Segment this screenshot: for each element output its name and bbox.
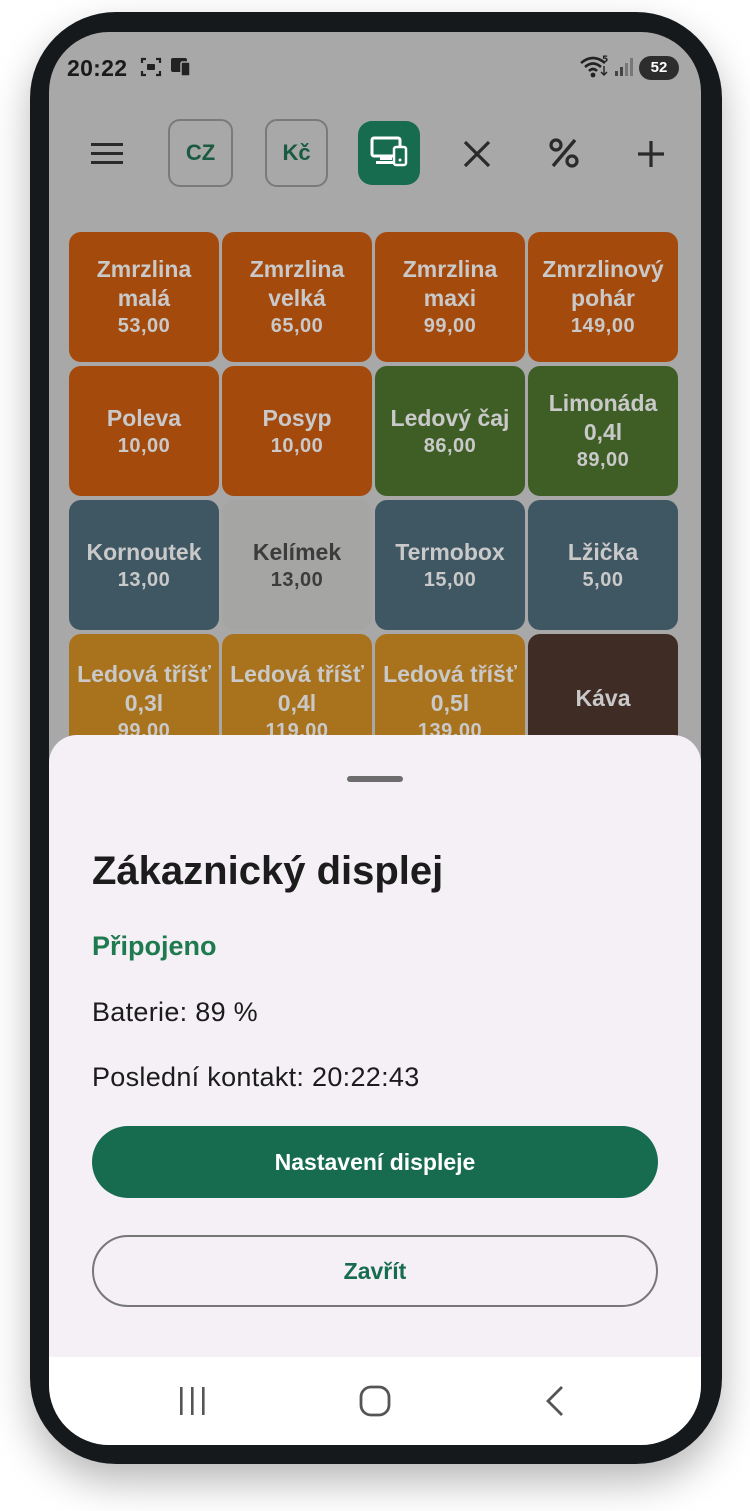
product-price: 89,00 [576,449,630,471]
plus-icon[interactable] [631,134,671,174]
product-price: 10,00 [270,434,324,457]
product-price: 86,00 [423,434,477,457]
toolbar: CZ Kč [49,104,701,214]
product-tile[interactable]: Zmrzlina velká 65,00 [222,232,372,362]
sheet-title: Zákaznický displej [92,849,444,893]
display-settings-button[interactable]: Nastavení displeje [92,1126,658,1198]
product-price: 13,00 [270,568,324,591]
home-icon[interactable] [357,1383,393,1424]
product-price: 15,00 [423,568,477,591]
product-name: Lžička [567,538,639,565]
customer-display-button[interactable] [358,121,420,185]
status-time: 20:22 [67,55,128,81]
menu-icon[interactable] [85,132,129,176]
product-name: Zmrzlina maxi [402,256,498,311]
screen: 20:22 5 52 CZ Kč Zmrzlina malá 53,00 Zmr… [49,32,701,1445]
battery-indicator: 52 [639,56,679,80]
product-price: 13,00 [117,568,171,591]
wifi-icon: 5 [579,54,611,85]
last-contact-info: Poslední kontakt: 20:22:43 [92,1062,420,1092]
product-tile[interactable]: Zmrzlina malá 53,00 [69,232,219,362]
product-tile[interactable]: Kornoutek 13,00 [69,500,219,630]
close-sheet-button[interactable]: Zavřít [92,1235,658,1307]
product-name: Kelímek [252,538,342,565]
language-button[interactable]: CZ [168,119,233,187]
product-price: 149,00 [570,315,636,337]
recent-apps-icon[interactable] [177,1383,209,1424]
product-name: Zmrzlina malá [96,256,192,311]
product-tile[interactable]: Ledový čaj 86,00 [375,366,525,496]
product-tile[interactable]: Lžička 5,00 [528,500,678,630]
signal-icon [613,56,635,83]
product-tile[interactable]: Zmrzlinový pohár 149,00 [528,232,678,362]
product-tile[interactable]: Zmrzlina maxi 99,00 [375,232,525,362]
product-name: Ledová tříšť 0,4l [230,661,364,716]
product-tile[interactable]: Poleva 10,00 [69,366,219,496]
product-name: Zmrzlinový pohár [542,256,664,311]
battery-info: Baterie: 89 % [92,997,258,1027]
back-icon[interactable] [543,1383,567,1424]
sheet-drag-handle[interactable] [347,776,403,782]
product-name: Káva [575,685,631,711]
product-name: Termobox [395,538,505,565]
product-name: Poleva [106,404,182,431]
connection-status: Připojeno [92,931,217,961]
product-price: 99,00 [423,315,477,337]
product-name: Limonáda 0,4l [548,390,658,445]
product-tile[interactable]: Termobox 15,00 [375,500,525,630]
close-icon[interactable] [457,134,497,174]
product-name: Posyp [262,404,332,431]
wifi-badge: 5 [602,55,608,65]
customer-display-sheet: Zákaznický displej Připojeno Baterie: 89… [49,735,701,1357]
product-tile[interactable]: Posyp 10,00 [222,366,372,496]
customer-display-icon [370,135,408,172]
product-name: Zmrzlina velká [249,256,345,311]
system-nav-bar [49,1357,701,1445]
screenshot-icon [140,56,162,83]
product-price: 5,00 [582,568,624,591]
product-tile[interactable]: Limonáda 0,4l 89,00 [528,366,678,496]
product-price: 53,00 [117,315,171,337]
product-name: Ledový čaj [390,404,510,431]
percent-icon[interactable] [543,132,585,174]
product-name: Ledová tříšť 0,5l [383,661,517,716]
cast-icon [169,56,193,83]
product-name: Kornoutek [86,538,202,565]
currency-button[interactable]: Kč [265,119,328,187]
product-name: Ledová tříšť 0,3l [77,661,211,716]
product-tile[interactable]: Kelímek 13,00 [222,500,372,630]
product-price: 65,00 [270,315,324,337]
product-price: 10,00 [117,434,171,457]
status-bar: 20:22 5 52 [49,32,701,104]
